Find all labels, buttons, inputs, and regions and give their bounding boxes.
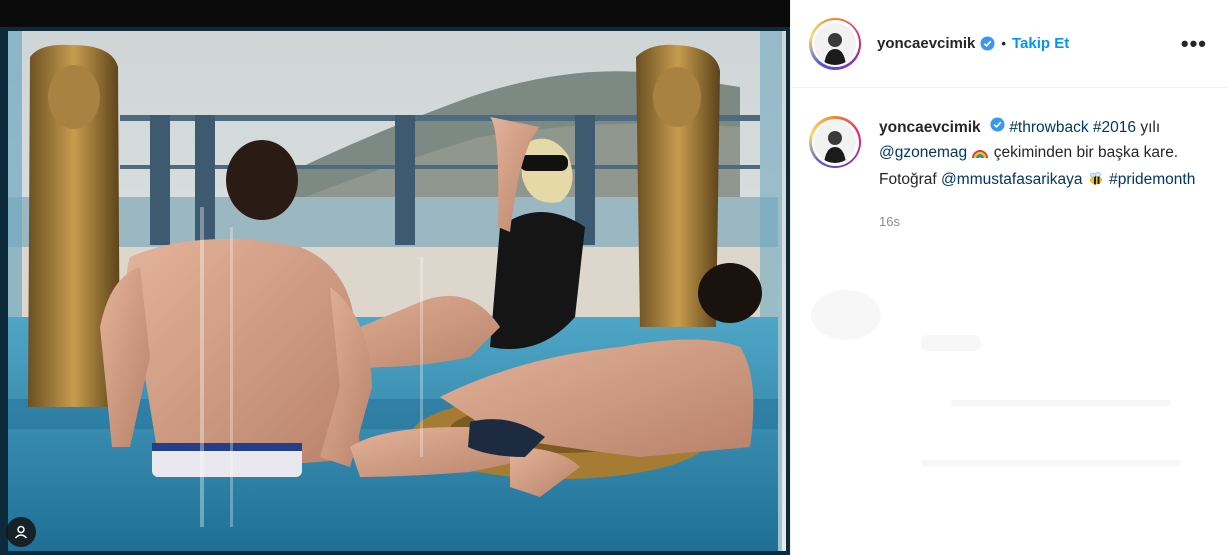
caption: yoncaevcimik #throwback #2016 yılı @gzon… — [791, 88, 1227, 234]
header-username[interactable]: yoncaevcimik — [877, 35, 975, 52]
post-timestamp[interactable]: 16s — [879, 210, 1199, 235]
avatar[interactable] — [809, 17, 861, 70]
verified-badge-icon — [990, 117, 1005, 132]
comments-area — [791, 270, 1227, 555]
caption-body: yoncaevcimik #throwback #2016 yılı @gzon… — [879, 116, 1199, 234]
caption-text-1: yılı — [1140, 119, 1161, 136]
header-separator: • — [1001, 36, 1006, 51]
photo-illustration — [0, 27, 790, 555]
mention-photographer[interactable]: @mmustafasarikaya — [941, 171, 1083, 188]
caption-avatar[interactable] — [809, 116, 861, 168]
hashtag-2016[interactable]: #2016 — [1093, 119, 1136, 136]
rainbow-emoji-icon — [971, 144, 989, 169]
post-photo[interactable] — [0, 0, 790, 555]
bee-emoji-icon — [1087, 171, 1105, 196]
post-header: yoncaevcimik • Takip Et ••• — [791, 0, 1227, 88]
caption-username[interactable]: yoncaevcimik — [879, 119, 981, 136]
hashtag-throwback[interactable]: #throwback — [1009, 119, 1088, 136]
post-side-panel: yoncaevcimik • Takip Et ••• yoncaevcimik… — [790, 0, 1227, 555]
more-options-icon[interactable]: ••• — [1177, 27, 1211, 61]
photo-top-bar — [0, 0, 790, 27]
user-circle-icon[interactable] — [6, 517, 36, 547]
follow-button[interactable]: Takip Et — [1012, 35, 1069, 52]
mention-gzonemag[interactable]: @gzonemag — [879, 144, 967, 161]
verified-badge-icon — [980, 36, 995, 51]
hashtag-pridemonth[interactable]: #pridemonth — [1109, 171, 1195, 188]
